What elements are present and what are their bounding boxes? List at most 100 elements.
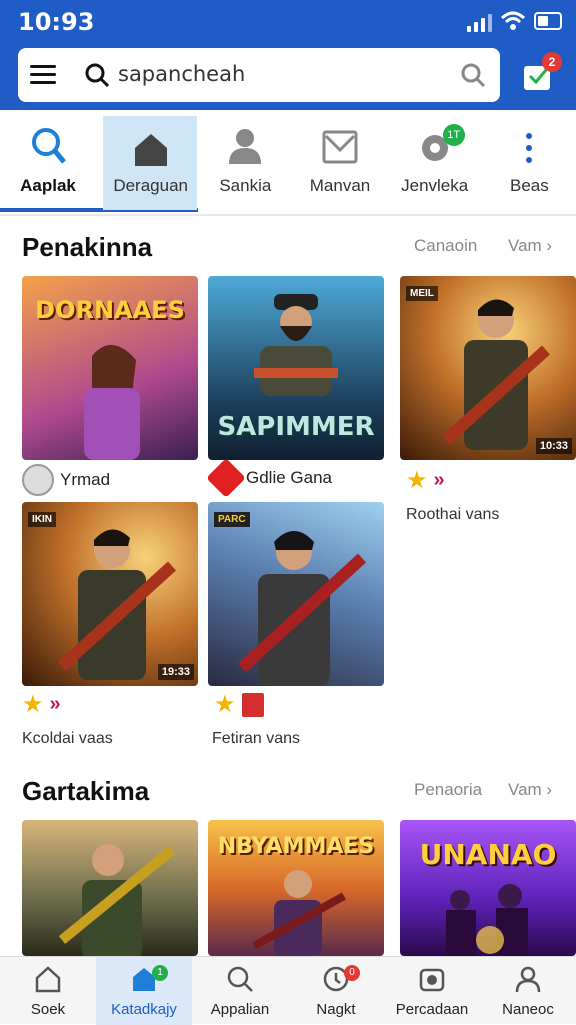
menu-icon[interactable] [30, 65, 56, 85]
card-author: Gdlie Gana [246, 468, 332, 487]
nav-label: Naneoc [502, 1001, 554, 1018]
card-subtitle: Roothai vans [406, 506, 500, 523]
search-submit-icon[interactable] [460, 62, 486, 88]
section-link[interactable]: Penaoria [414, 780, 482, 800]
card-tag: IKIN [28, 512, 56, 527]
camera-icon [419, 968, 445, 992]
card-tag: PARC [214, 512, 250, 527]
tab-jenvleka[interactable]: 1T Jenvleka [387, 112, 482, 212]
card-meta: Gdlie Gana [206, 458, 332, 498]
nav-appalian[interactable]: Appalian [192, 957, 288, 1025]
card-meta: Yrmad [22, 464, 110, 496]
mail-icon [322, 130, 358, 164]
search-icon [227, 966, 253, 992]
house-icon [134, 134, 167, 166]
character-art [254, 294, 338, 396]
nav-naneoc[interactable]: Naneoc [480, 957, 576, 1025]
view-all-label: Vam [508, 236, 542, 255]
character-art [441, 299, 551, 450]
game-card[interactable]: IKIN 19:33 [22, 502, 198, 686]
tab-manvan[interactable]: Manvan [292, 112, 387, 212]
brand-icon [241, 692, 264, 717]
brand-icon: » [49, 693, 61, 715]
search-bar[interactable]: sapancheah [18, 48, 500, 102]
character-art [446, 884, 528, 956]
card-author: Yrmad [60, 470, 111, 489]
game-card[interactable]: SAPIMMER [208, 276, 384, 460]
tab-label: Jenvleka [401, 176, 469, 195]
nav-katadkajy[interactable]: 1 Katadkajy [96, 957, 192, 1025]
star-icon: ★ [214, 691, 236, 718]
section-link[interactable]: Canaoin [414, 236, 477, 256]
card-duration: 19:33 [157, 664, 194, 680]
card-tag: MEIL [406, 286, 438, 301]
game-card[interactable]: DORNAAES [22, 276, 198, 460]
tabs-divider [0, 214, 576, 216]
nav-label: Katadkajy [111, 1001, 177, 1018]
character-art [252, 870, 346, 956]
cart-badge: 2 [542, 52, 562, 72]
nav-soek[interactable]: Soek [0, 957, 96, 1025]
card-title-art: DORNAAES [35, 296, 185, 324]
card-meta: ★ [214, 690, 264, 719]
game-card[interactable]: PARC [208, 502, 384, 686]
card-subtitle: Fetiran vans [212, 730, 301, 747]
tab-label: Deraguan [113, 176, 188, 195]
tab-label: Manvan [309, 176, 371, 195]
nav-percadaan[interactable]: Percadaan [384, 957, 480, 1025]
card-title-art: NBYAMMAES [217, 834, 375, 859]
view-all-link[interactable]: Vam › [508, 236, 552, 256]
tab-sankia[interactable]: Sankia [197, 112, 292, 212]
star-icon: ★ [22, 691, 44, 718]
card-title-art: SAPIMMER [217, 412, 375, 442]
tab-label: Beas [509, 176, 549, 195]
character-art [84, 344, 140, 460]
character-art [237, 531, 367, 686]
nav-badge: 0 [344, 965, 360, 981]
game-card[interactable] [22, 820, 198, 956]
search-icon [85, 63, 110, 88]
section-title: Penakinna [22, 232, 153, 262]
status-time: 10:93 [18, 8, 95, 36]
card-title-art: UNANAO [419, 838, 557, 871]
section-title: Gartakima [22, 776, 150, 806]
game-card[interactable]: NBYAMMAES [208, 820, 384, 956]
search-icon [32, 128, 66, 164]
tab-label: Aaplak [20, 176, 76, 195]
signal-icon [467, 14, 492, 32]
profile-icon [515, 966, 541, 993]
app-header: 10:93 sapancheah 2 [0, 0, 576, 110]
tab-aaplak[interactable]: Aaplak [0, 112, 198, 212]
wifi-icon [500, 11, 526, 30]
game-card[interactable]: MEIL 10:33 [400, 276, 576, 460]
nav-nagkt[interactable]: 0 Nagkt [288, 957, 384, 1025]
battery-icon [534, 12, 562, 30]
tab-badge: 1T [442, 124, 465, 146]
character-art [57, 529, 177, 680]
person-icon [229, 129, 262, 164]
card-meta: ★ » [22, 690, 61, 719]
card-duration: 10:33 [535, 438, 572, 454]
card-subtitle: Kcoldai vaas [22, 730, 113, 747]
nav-label: Appalian [210, 1001, 270, 1018]
nav-badge: 1 [152, 965, 168, 981]
view-all-label: Vam [508, 780, 542, 799]
search-input[interactable]: sapancheah [118, 62, 245, 86]
view-all-link[interactable]: Vam › [508, 780, 552, 800]
nav-label: Nagkt [316, 1001, 356, 1018]
bottom-navigation: Soek 1 Katadkajy Appalian 0 Nagkt Percad… [0, 956, 576, 1025]
game-card[interactable]: UNANAO [400, 820, 576, 956]
avatar-icon [22, 464, 54, 496]
star-icon: ★ [406, 467, 428, 494]
card-meta: ★ » [406, 466, 445, 495]
more-icon [526, 133, 533, 163]
brand-icon [206, 458, 246, 498]
category-tabs: Aaplak Deraguan Sankia Manvan 1T Jenvlek… [0, 112, 576, 212]
home-icon [35, 966, 61, 993]
nav-label: Soek [30, 1001, 66, 1018]
nav-label: Percadaan [395, 1001, 469, 1018]
tab-beas[interactable]: Beas [481, 112, 576, 212]
tab-deraguan[interactable]: Deraguan [102, 116, 198, 210]
character-art [58, 844, 176, 956]
tab-label: Sankia [219, 176, 272, 195]
